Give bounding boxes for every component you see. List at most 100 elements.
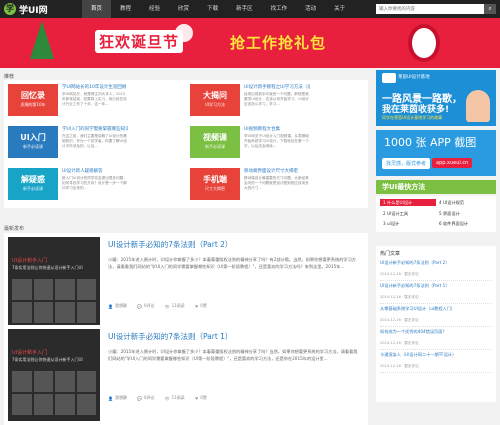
category-item[interactable]: 2 UI设计工具: [380, 210, 436, 217]
rec-thumb[interactable]: 回忆录 虎瀚的第10年: [8, 84, 58, 116]
nav-tutorial[interactable]: 教程: [111, 0, 140, 18]
category-item[interactable]: 3 ui设计: [380, 220, 436, 227]
ad-girl-image: [466, 90, 490, 122]
eye-icon: 👁: [164, 303, 170, 309]
rec-title[interactable]: 学UI网站长的10年设计生涯回顾: [62, 84, 128, 90]
search-icon[interactable]: ⌕: [484, 4, 496, 14]
hot-article[interactable]: 卡通渲染人（UI设计网二十一期TF设计） 2014-12-16 · 暂无评论: [380, 352, 492, 373]
post-author[interactable]: 👤 我想静: [108, 303, 127, 309]
latest-title: 最新发布: [4, 226, 25, 232]
post-views: 👁 11阅读: [164, 395, 185, 401]
thumb-subtitle: 7条实用法则让你快速从设计新手入门UI: [12, 357, 83, 362]
hot-article[interactable]: UI设计新手必知的7条法则（Part 2） 2014-12-16 · 暂无评论: [380, 260, 492, 281]
thumb-screens: [12, 371, 96, 415]
logo-text: 学UI网: [19, 5, 48, 16]
rec-item[interactable]: 解疑惑 新手必读课 UI设计新人疑惑解答 新入门UI设计的同学总会提出很多问题，如…: [8, 168, 128, 208]
rec-title[interactable]: UI视频教程大合集: [244, 126, 310, 132]
post-likes[interactable]: ♥ 0赞: [195, 395, 207, 401]
banner-left-text: 狂欢诞旦节: [95, 30, 184, 53]
ad-app-screenshots[interactable]: 1000 张 APP 截图 找灵感，版式参考 app.xueui.cn: [376, 130, 496, 176]
category-item[interactable]: 6 软件界面设计: [436, 220, 492, 227]
post-card[interactable]: UI设计新手入门 7条实用法则让你快速从设计新手入门UI UI设计新手必知的7条…: [4, 233, 368, 333]
post-comments[interactable]: 💬 0评论: [137, 303, 155, 309]
rec-desc: 在这之前，我们主要是讲解了UI设计的基础知识，作为一个初学者，你要了解UI设计中…: [62, 134, 127, 148]
post-comments[interactable]: 💬 0评论: [137, 395, 155, 401]
rec-thumb[interactable]: 手机端 尺寸大揭密: [190, 168, 240, 200]
hot-article-title[interactable]: 如何成为一个优秀的404错误页面？: [380, 329, 492, 340]
nav-beginner[interactable]: 新手区: [227, 0, 262, 18]
nav-home[interactable]: 首页: [82, 0, 112, 18]
thumb-title: UI设计新手入门: [12, 258, 48, 264]
thumb-screens: [12, 279, 96, 323]
santa-icon: [408, 24, 440, 62]
post-title[interactable]: UI设计新手必知的7条法则（Part 2）: [108, 239, 232, 250]
user-icon: 👤: [108, 303, 113, 309]
ad-app-btn2[interactable]: app.xueui.cn: [432, 158, 473, 168]
rec-thumb[interactable]: 解疑惑 新手必读课: [8, 168, 58, 200]
rec-title[interactable]: 移动端界面设计尺寸大揭密: [244, 168, 310, 174]
hot-article[interactable]: 从零基础系统学习UI设计（ui教程入门） 2014-12-16 · 暂无评论: [380, 306, 492, 327]
hot-article-title[interactable]: UI设计新手必知的7条法则（Part 2）: [380, 260, 492, 271]
rec-desc: 新入门UI设计的同学总会提出很多问题，如何寻找学习的方向？设计是一步一个脚印学习…: [62, 176, 127, 190]
fastest-way-title: 学UI最快方法: [376, 180, 496, 194]
rec-desc: 学UI网关于UI设计入门视频课，从零基础开始系统学习UI设计，下载地址在第一个字…: [244, 134, 309, 148]
ad-laiyin-title: 莱茵UI设计基地: [398, 75, 430, 80]
search-input[interactable]: [376, 4, 484, 14]
rec-thumb[interactable]: 大揭问 UI学习方法: [190, 84, 240, 116]
category-item[interactable]: 5 界面设计: [436, 210, 492, 217]
rec-title[interactable]: UI设计新人疑惑解答: [62, 168, 128, 174]
category-list: 1 什么是UI设计 4 UI设计规范 2 UI设计工具 5 界面设计 3 ui设…: [376, 196, 496, 232]
post-excerpt: 小编：2015年进入倒计时，UI设计你掌握了多少？本着尊重版权法则的精神分享了吗…: [108, 257, 356, 269]
main-nav: 首页 教程 经验 欣赏 下载 新手区 找工作 活动 关于: [82, 0, 354, 18]
category-item[interactable]: 4 UI设计规范: [436, 199, 492, 206]
user-icon: 👤: [108, 395, 113, 401]
nav-about[interactable]: 关于: [325, 0, 354, 18]
laiyin-logo-icon: [382, 73, 396, 83]
comment-icon: 💬: [136, 395, 142, 401]
post-card[interactable]: UI设计新手入门 7条实用法则让你快速从设计新手入门UI UI设计新手必知的7条…: [4, 325, 368, 425]
ad-laiyin-line3: 同学在莱茵UI设计基地学习的故事: [382, 115, 443, 120]
nav-experience[interactable]: 经验: [140, 0, 169, 18]
post-meta: 👤 我想静 💬 0评论 👁 11阅读 ♥ 0赞: [108, 395, 207, 401]
rec-thumb[interactable]: UI入门 新手必读课: [8, 126, 58, 158]
hot-article-title[interactable]: 卡通渲染人（UI设计网二十一期TF设计）: [380, 352, 492, 363]
logo-mark: 学: [4, 3, 16, 15]
post-excerpt: 小编：2015年进入倒计时，UI设计你掌握了多少？本着尊重版权法则的精神分享了吗…: [108, 349, 358, 361]
hot-articles: 热门文章 UI设计新手必知的7条法则（Part 2） 2014-12-16 · 暂…: [376, 246, 496, 402]
hot-article-meta: 2014-12-16 · 暂无评论: [380, 341, 419, 345]
promo-banner[interactable]: 狂欢诞旦节 抢工作抢礼包: [0, 18, 500, 68]
hot-article[interactable]: 如何成为一个优秀的404错误页面？ 2014-12-16 · 暂无评论: [380, 329, 492, 350]
christmas-tree-icon: [30, 21, 54, 59]
rec-item[interactable]: 视频课 新手必读课 UI视频教程大合集 学UI网关于UI设计入门视频课，从零基础开…: [190, 126, 310, 166]
rec-thumb[interactable]: 视频课 新手必读课: [190, 126, 240, 158]
post-author[interactable]: 👤 我想静: [108, 395, 127, 401]
nav-appreciation[interactable]: 欣赏: [169, 0, 198, 18]
hot-article[interactable]: UI设计新手必知的7条法则（Part 1） 2014-12-16 · 暂无评论: [380, 283, 492, 304]
hot-article-title[interactable]: 从零基础系统学习UI设计（ui教程入门）: [380, 306, 492, 317]
rec-item[interactable]: 手机端 尺寸大揭密 移动端界面设计尺寸大揭密 移动端设计最重要的尺寸问题，大家经常…: [190, 168, 310, 208]
nav-jobs[interactable]: 找工作: [262, 0, 297, 18]
ad-app-count: 1000 张 APP 截图: [384, 136, 477, 149]
rec-desc: 学UI网站长，就是博主刘大本人，2015年即将结束，如果算上实习，我已经在设计行…: [62, 92, 127, 106]
eye-icon: 👁: [164, 395, 170, 401]
ad-laiyin[interactable]: 莱茵UI设计基地 一路风景一路歌， 我在莱茵收获多! 同学在莱茵UI设计基地学习…: [376, 70, 496, 126]
rec-item[interactable]: 大揭问UI学习方法 UI设计新手教程之UI学习方法（准备，细磨、... 经常出现…: [190, 84, 310, 124]
rec-item[interactable]: UI入门新手必读课 学UI入门的同学需要掌握哪些知识（UI第一阶... 在这之前…: [8, 126, 128, 166]
hot-article-meta: 2014-12-16 · 暂无评论: [380, 318, 419, 322]
rec-title[interactable]: UI设计新手教程之UI学习方法（准备，细磨、...: [244, 84, 310, 90]
hot-article-title[interactable]: UI设计新手必知的7条法则（Part 1）: [380, 283, 492, 294]
post-title[interactable]: UI设计新手必知的7条法则（Part 1）: [108, 331, 232, 342]
nav-events[interactable]: 活动: [296, 0, 325, 18]
ad-app-btn1[interactable]: 找灵感，版式参考: [382, 158, 431, 169]
post-thumbnail[interactable]: UI设计新手入门 7条实用法则让你快速从设计新手入门UI: [8, 237, 100, 329]
site-logo[interactable]: 学 学UI网: [4, 2, 48, 16]
hot-article-meta: 2014-12-16 · 暂无评论: [380, 364, 419, 368]
post-thumbnail[interactable]: UI设计新手入门 7条实用法则让你快速从设计新手入门UI: [8, 329, 100, 421]
recommend-panel: 回忆录 虎瀚的第10年 学UI网站长的10年设计生涯回顾 学UI网站长，就是博主刘…: [4, 80, 368, 208]
post-likes[interactable]: ♥ 0赞: [195, 303, 207, 309]
rec-item[interactable]: 回忆录 虎瀚的第10年 学UI网站长的10年设计生涯回顾 学UI网站长，就是博主刘…: [8, 84, 128, 124]
category-item[interactable]: 1 什么是UI设计: [380, 199, 436, 206]
hot-article-meta: 2014-12-16 · 暂无评论: [380, 272, 419, 276]
rec-title[interactable]: 学UI入门的同学需要掌握哪些知识（UI第一阶...: [62, 126, 128, 132]
nav-download[interactable]: 下载: [198, 0, 227, 18]
